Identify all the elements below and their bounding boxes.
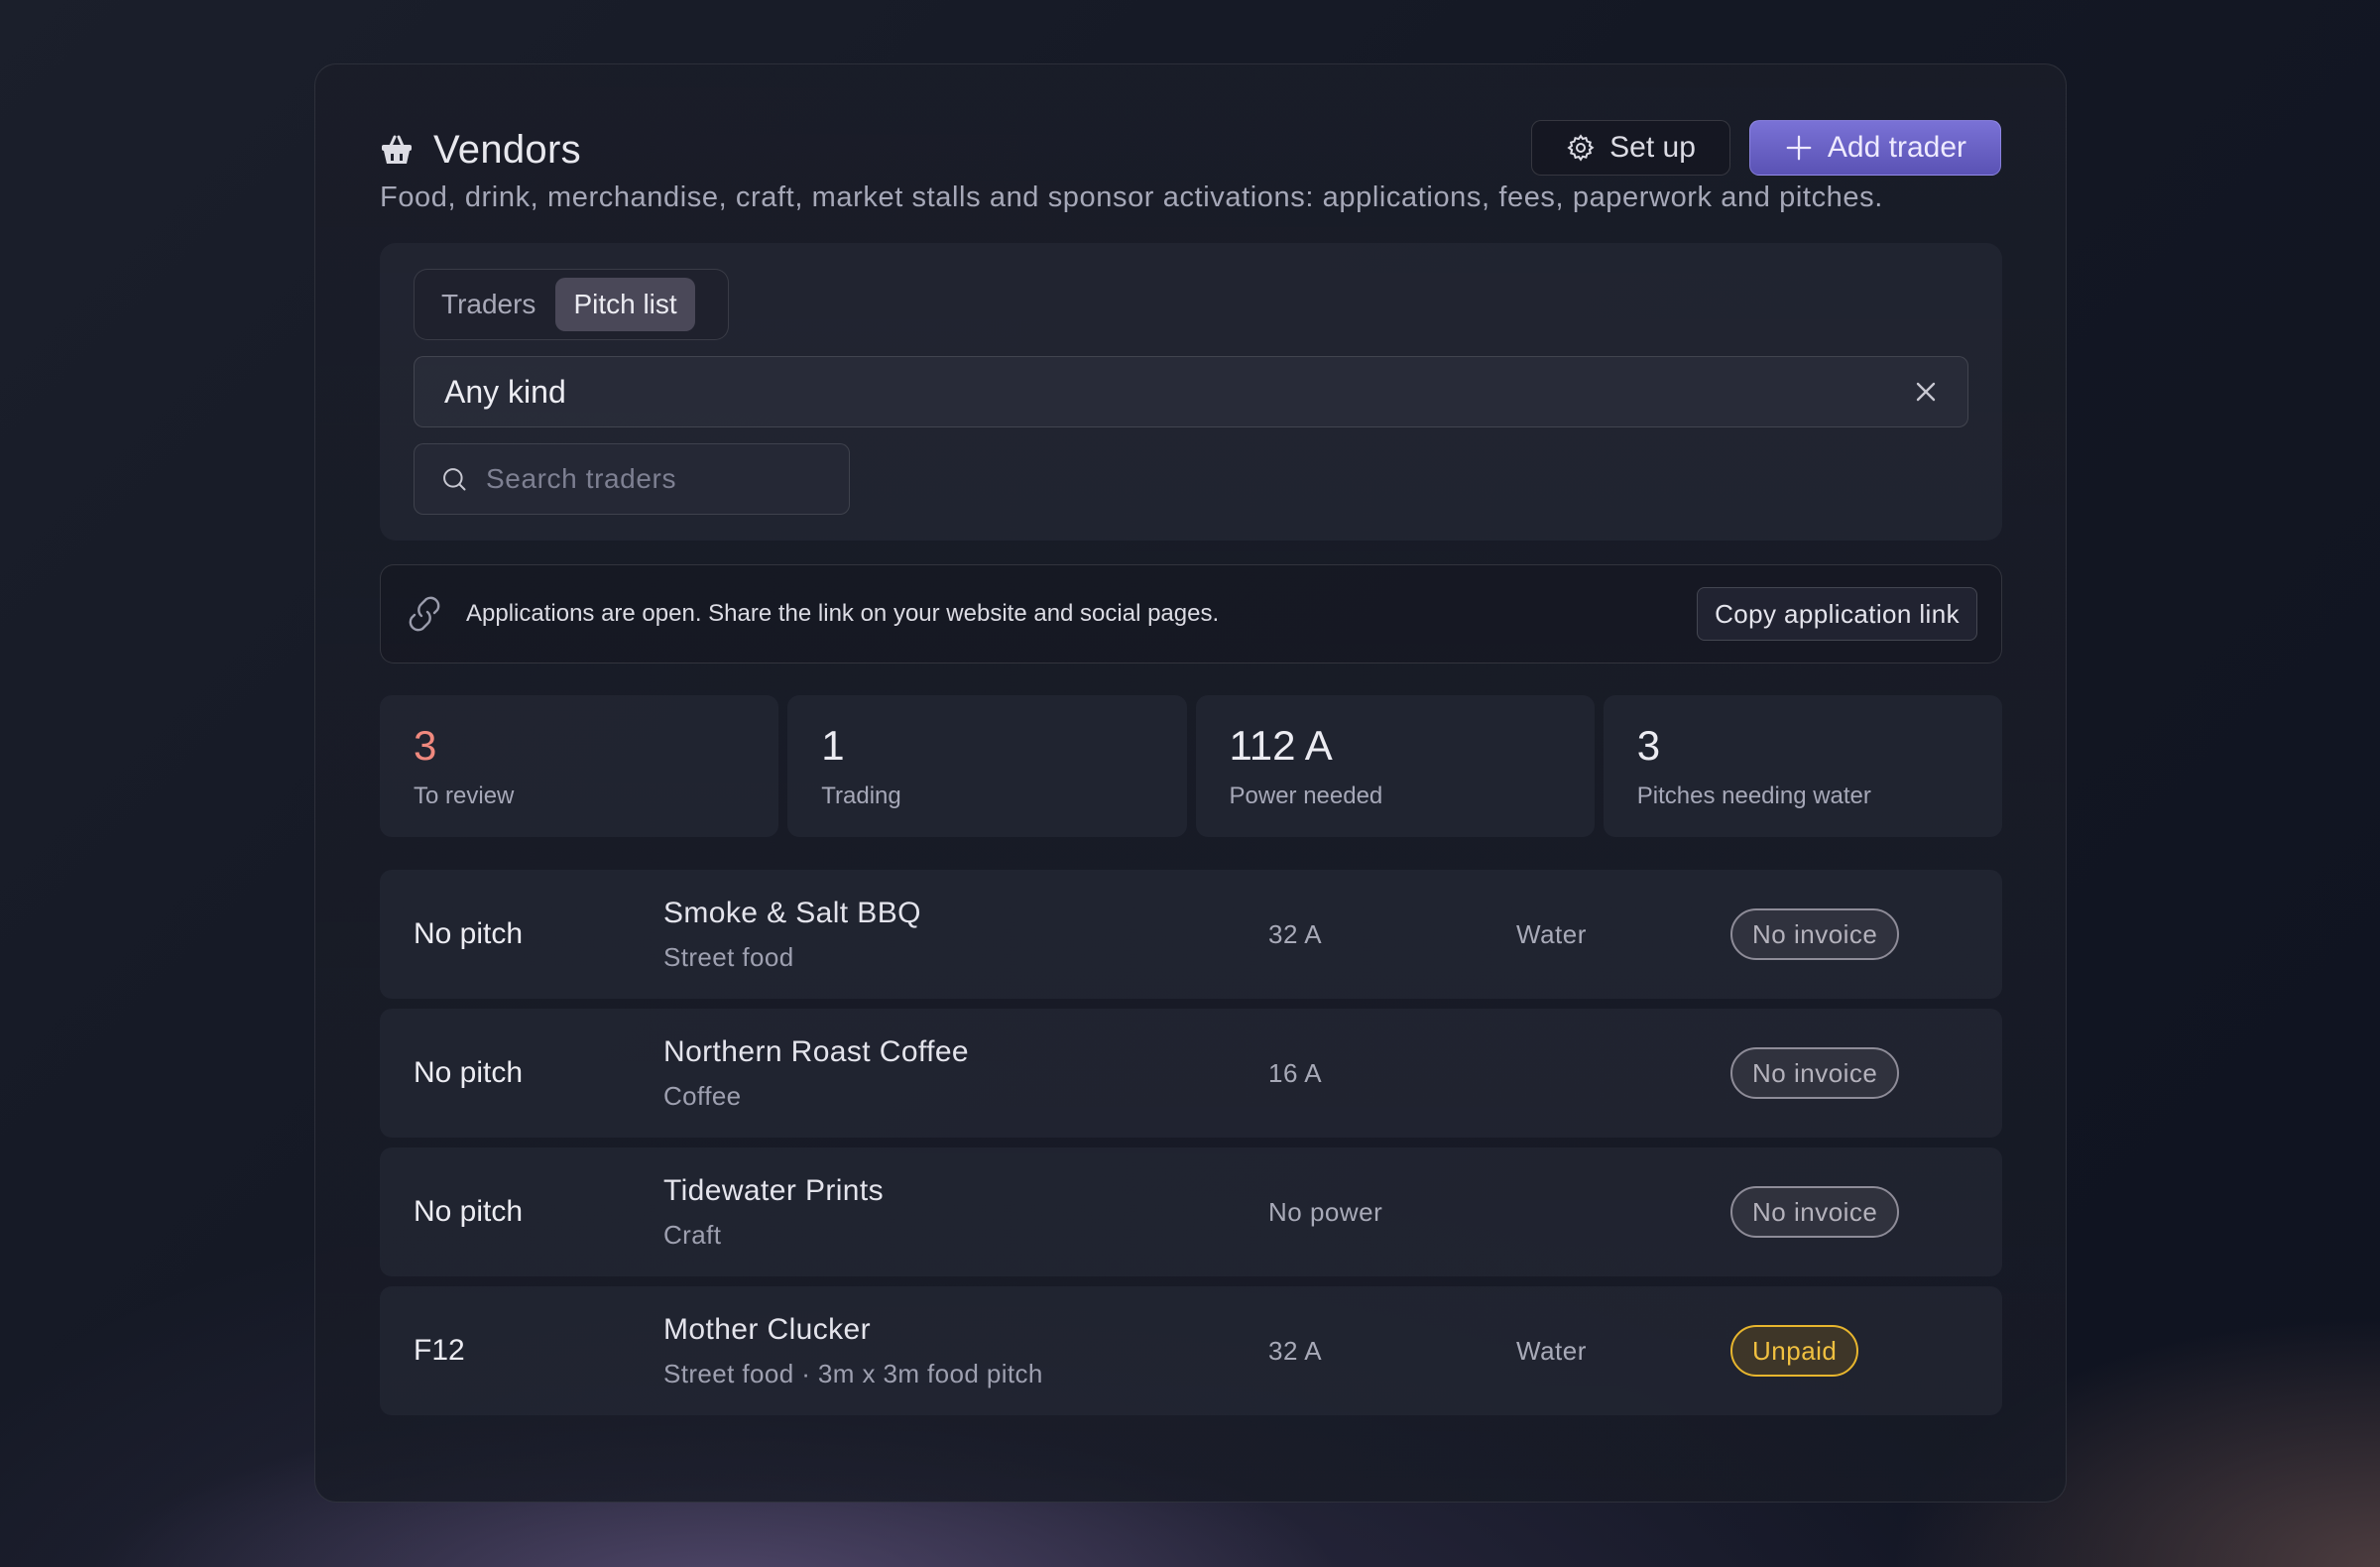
stat-label: Pitches needing water	[1636, 783, 1871, 809]
page-subtitle: Food, drink, merchandise, craft, market …	[380, 181, 1883, 213]
basket-icon	[382, 135, 412, 164]
status-badge: No invoice	[1730, 908, 1900, 960]
pitch-cell: F12	[414, 1334, 465, 1367]
page-title: Vendors	[433, 127, 581, 172]
power-cell: 32 A	[1268, 1335, 1323, 1366]
table-row[interactable]: No pitch Tidewater Prints Craft No power…	[380, 1147, 2002, 1276]
stat-power-needed: 112 A Power needed	[1195, 695, 1595, 837]
page-header: Vendors Set up Add trader	[380, 120, 2001, 180]
search-icon	[443, 468, 466, 491]
stat-label: Trading	[821, 783, 901, 809]
stat-label: To review	[414, 783, 515, 809]
pitch-cell: No pitch	[414, 1195, 524, 1228]
trader-cell: Tidewater Prints Craft	[663, 1147, 884, 1276]
trader-cell: Northern Roast Coffee Coffee	[663, 1009, 969, 1138]
status-cell: No invoice	[1730, 1009, 1900, 1138]
trader-name: Mother Clucker	[663, 1312, 871, 1346]
clear-icon[interactable]	[1914, 380, 1938, 404]
status-badge: No invoice	[1730, 1047, 1900, 1099]
pitch-cell: No pitch	[414, 1056, 524, 1089]
link-icon	[409, 596, 440, 632]
stats-row: 3 To review 1 Trading 112 A Power needed…	[380, 695, 2002, 837]
status-cell: No invoice	[1730, 870, 1900, 999]
trader-kind: Craft	[663, 1219, 722, 1250]
setup-button[interactable]: Set up	[1531, 120, 1730, 176]
copy-link-button[interactable]: Copy application link	[1697, 587, 1977, 641]
vendors-panel: Vendors Set up Add trader Food, drink, m…	[314, 63, 2067, 1503]
title-group: Vendors	[380, 120, 581, 180]
trader-kind: Coffee	[663, 1080, 742, 1111]
trader-cell: Smoke & Salt BBQ Street food	[663, 870, 921, 999]
kind-select-value: Any kind	[444, 373, 566, 410]
filter-card: Traders Pitch list Any kind	[380, 243, 2002, 541]
trader-kind: Street food · 3m x 3m food pitch	[663, 1358, 1043, 1388]
setup-label: Set up	[1609, 131, 1696, 164]
view-toggle: Traders Pitch list	[414, 269, 729, 340]
banner-text: Applications are open. Share the link on…	[466, 600, 1220, 627]
stat-label: Power needed	[1229, 783, 1383, 809]
header-actions: Set up Add trader	[1531, 120, 2001, 176]
add-trader-button[interactable]: Add trader	[1748, 120, 2001, 176]
stat-trading: 1 Trading	[787, 695, 1187, 837]
stat-value: 112 A	[1229, 722, 1333, 769]
trader-kind: Street food	[663, 941, 794, 972]
stat-value: 3	[1636, 722, 1661, 769]
status-badge: Unpaid	[1730, 1325, 1859, 1377]
power-cell: 16 A	[1268, 1057, 1323, 1088]
table-row[interactable]: F12 Mother Clucker Street food · 3m x 3m…	[380, 1286, 2002, 1415]
trader-name: Tidewater Prints	[663, 1173, 885, 1207]
gear-icon	[1567, 134, 1595, 162]
table-row[interactable]: No pitch Smoke & Salt BBQ Street food 32…	[380, 870, 2002, 999]
add-trader-label: Add trader	[1827, 131, 1966, 164]
search-input[interactable]	[486, 463, 823, 495]
tab-pitch-list[interactable]: Pitch list	[555, 278, 695, 331]
status-cell: Unpaid	[1730, 1286, 1859, 1415]
status-cell: No invoice	[1730, 1147, 1900, 1276]
table-row[interactable]: No pitch Northern Roast Coffee Coffee 16…	[380, 1009, 2002, 1138]
kind-select[interactable]: Any kind	[414, 356, 1968, 427]
water-cell: Water	[1516, 1335, 1587, 1366]
pitch-list: No pitch Smoke & Salt BBQ Street food 32…	[380, 870, 2002, 1425]
stat-value: 3	[414, 722, 437, 769]
water-cell: Water	[1516, 918, 1587, 949]
applications-banner: Applications are open. Share the link on…	[380, 564, 2002, 663]
status-badge: No invoice	[1730, 1186, 1900, 1238]
search-box	[414, 443, 850, 515]
power-cell: 32 A	[1268, 918, 1323, 949]
trader-cell: Mother Clucker Street food · 3m x 3m foo…	[663, 1286, 1043, 1415]
stat-value: 1	[821, 722, 845, 769]
trader-name: Northern Roast Coffee	[663, 1034, 970, 1068]
power-cell: No power	[1268, 1196, 1383, 1227]
plus-icon	[1786, 135, 1812, 161]
stat-to-review: 3 To review	[380, 695, 779, 837]
pitch-cell: No pitch	[414, 917, 524, 950]
trader-name: Smoke & Salt BBQ	[663, 896, 921, 929]
tab-traders[interactable]: Traders	[421, 278, 555, 331]
stat-water: 3 Pitches needing water	[1603, 695, 2002, 837]
